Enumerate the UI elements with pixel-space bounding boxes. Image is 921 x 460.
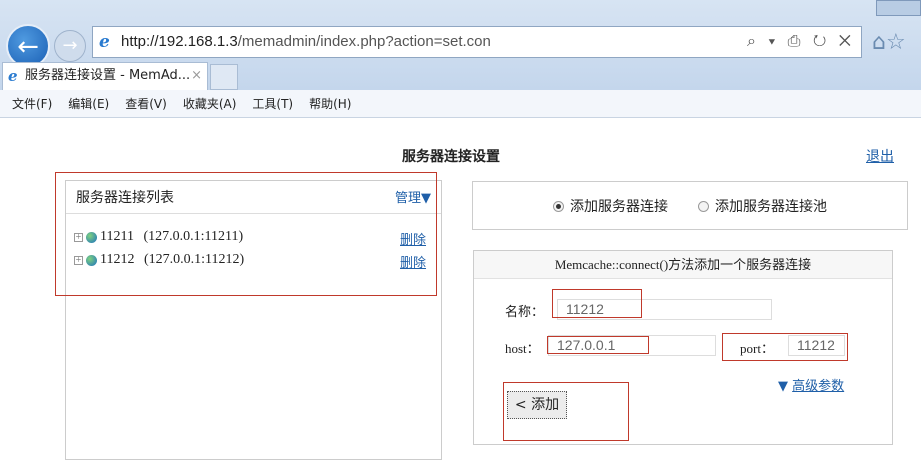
logout-link[interactable]: 退出 bbox=[866, 146, 894, 166]
port-label: port： bbox=[740, 341, 774, 356]
delete-link[interactable]: 删除 bbox=[400, 229, 426, 248]
globe-icon bbox=[86, 254, 97, 266]
forward-button[interactable]: → bbox=[54, 30, 86, 62]
url-path: /memadmin/index.php?action=set.con bbox=[237, 33, 491, 50]
menu-help[interactable]: 帮助(H) bbox=[309, 97, 351, 111]
menu-favorites[interactable]: 收藏夹(A) bbox=[183, 97, 237, 111]
server-item[interactable]: +11211 (127.0.0.1:11211) bbox=[74, 229, 243, 245]
server-list-panel: 服务器连接列表 管理▼ +11211 (127.0.0.1:11211) 删除 +… bbox=[65, 180, 442, 460]
menu-file[interactable]: 文件(F) bbox=[12, 97, 52, 111]
radio-label: 添加服务器连接 bbox=[570, 198, 668, 215]
radio-icon[interactable] bbox=[698, 200, 709, 212]
menu-view[interactable]: 查看(V) bbox=[125, 97, 167, 111]
menu-bar: 文件(F) 编辑(E) 查看(V) 收藏夹(A) 工具(T) 帮助(H) bbox=[0, 90, 921, 118]
server-item[interactable]: +11212 (127.0.0.1:11212) bbox=[74, 252, 244, 268]
page-title: 服务器连接设置 bbox=[402, 149, 500, 165]
minimize-button[interactable] bbox=[876, 0, 921, 16]
advanced-label: 高级参数 bbox=[792, 379, 845, 394]
port-input[interactable]: 11212 bbox=[788, 335, 845, 356]
add-button[interactable]: < 添加 bbox=[507, 391, 567, 419]
form-header: Memcache::connect()方法添加一个服务器连接 bbox=[474, 251, 892, 279]
host-label: host： bbox=[505, 341, 540, 356]
tab-title: 服务器连接设置 - MemAd... bbox=[25, 68, 191, 83]
close-tab-icon[interactable]: × bbox=[191, 63, 202, 89]
host-input[interactable]: 127.0.0.1 bbox=[548, 335, 716, 356]
ie-icon: e bbox=[99, 32, 110, 52]
triangle-down-icon: ▼ bbox=[778, 379, 788, 394]
menu-edit[interactable]: 编辑(E) bbox=[68, 97, 109, 111]
new-tab-button[interactable] bbox=[210, 64, 238, 90]
server-address: (127.0.0.1:11211) bbox=[143, 229, 244, 244]
radio-add-pool[interactable]: 添加服务器连接池 bbox=[698, 196, 827, 216]
expand-icon[interactable]: + bbox=[74, 255, 83, 265]
server-name: 11211 bbox=[100, 229, 134, 244]
server-list-title: 服务器连接列表 bbox=[76, 190, 174, 206]
advanced-params-link[interactable]: ▼ 高级参数 bbox=[778, 375, 844, 394]
radio-label: 添加服务器连接池 bbox=[715, 198, 827, 215]
browser-tab[interactable]: e 服务器连接设置 - MemAd... × bbox=[2, 62, 208, 90]
expand-icon[interactable]: + bbox=[74, 232, 83, 242]
address-bar[interactable]: e http://192.168.1.3/memadmin/index.php?… bbox=[92, 26, 862, 58]
mode-selector: 添加服务器连接 添加服务器连接池 bbox=[472, 181, 908, 230]
delete-link[interactable]: 删除 bbox=[400, 252, 426, 271]
globe-icon bbox=[86, 231, 97, 243]
address-tools-icons[interactable]: ⌕ ▾ ⎙ ↻ ✕ bbox=[747, 27, 855, 57]
radio-icon[interactable] bbox=[553, 200, 564, 212]
radio-add-connection[interactable]: 添加服务器连接 bbox=[553, 196, 668, 216]
home-icon[interactable]: ⌂☆ bbox=[872, 30, 906, 55]
name-input[interactable]: 11212 bbox=[557, 299, 772, 320]
name-label: 名称： bbox=[505, 305, 545, 320]
menu-tools[interactable]: 工具(T) bbox=[252, 97, 293, 111]
server-name: 11212 bbox=[100, 252, 135, 267]
server-address: (127.0.0.1:11212) bbox=[143, 252, 245, 267]
manage-dropdown[interactable]: 管理▼ bbox=[395, 187, 431, 207]
url-host: http://192.168.1.3 bbox=[121, 33, 238, 50]
ie-icon: e bbox=[8, 67, 18, 85]
